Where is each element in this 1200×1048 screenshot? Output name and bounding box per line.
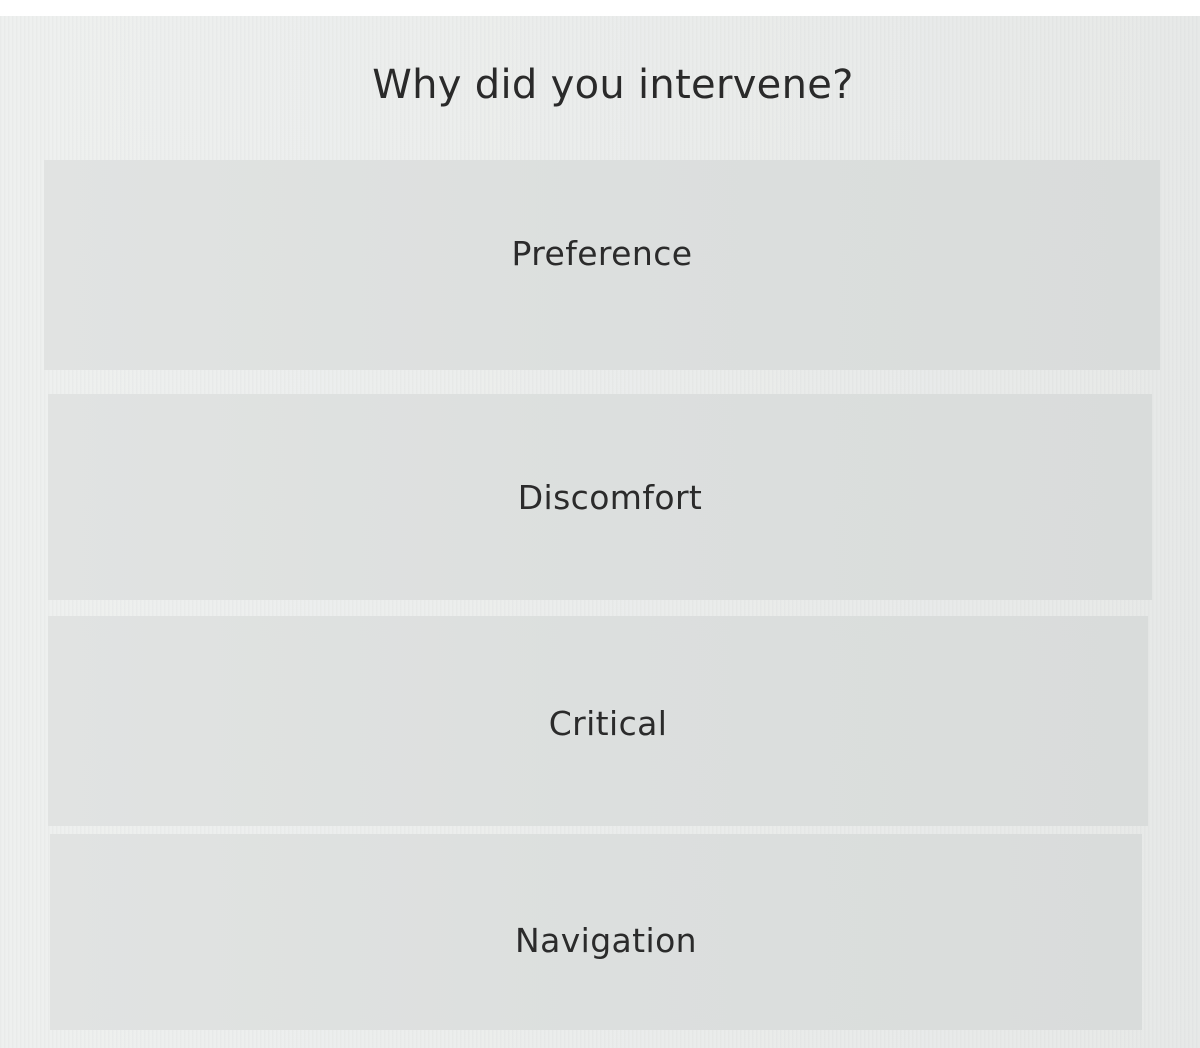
option-discomfort-button[interactable]: Discomfort: [48, 394, 1152, 600]
option-label: Critical: [548, 703, 668, 743]
option-label: Navigation: [515, 920, 697, 960]
option-label: Discomfort: [517, 477, 703, 517]
option-preference-button[interactable]: Preference: [44, 160, 1160, 370]
intervention-survey-screen: Why did you intervene? Preference Discom…: [0, 16, 1200, 1048]
option-critical-button[interactable]: Critical: [48, 616, 1148, 826]
option-navigation-button[interactable]: Navigation: [50, 834, 1142, 1030]
dialog-title: Why did you intervene?: [372, 62, 854, 108]
option-label: Preference: [511, 233, 693, 273]
